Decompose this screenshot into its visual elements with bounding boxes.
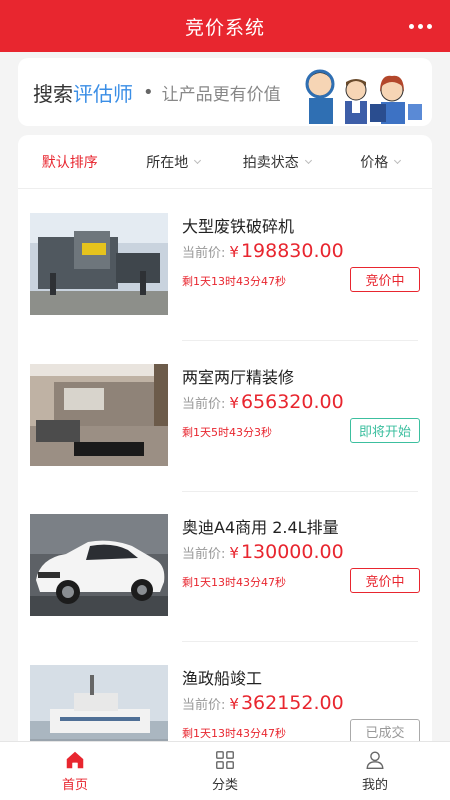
remaining-time: 剩1天13时43分47秒	[182, 275, 286, 288]
status-badge[interactable]: 即将开始	[350, 418, 420, 443]
tab-home[interactable]: 首页	[0, 742, 150, 800]
appraisers-illustration	[305, 69, 422, 124]
tab-mine[interactable]: 我的	[300, 742, 450, 800]
auction-list-panel: 默认排序 所在地 拍卖状态 价格 大型废铁破碎机 当前价: ¥ 198830.0…	[18, 135, 432, 755]
filter-bar: 默认排序 所在地 拍卖状态 价格	[18, 135, 432, 189]
price-row: 当前价: ¥ 656320.00	[182, 391, 344, 413]
currency-symbol: ¥	[229, 544, 239, 562]
user-icon	[366, 751, 384, 769]
tab-label: 首页	[61, 778, 88, 793]
currency-symbol: ¥	[229, 243, 239, 261]
currency-symbol: ¥	[229, 394, 239, 412]
grid-icon	[216, 751, 234, 769]
remaining-time: 剩1天13时43分47秒	[182, 727, 286, 740]
crusher-machine-image	[30, 213, 168, 315]
current-price: 362152.00	[240, 692, 344, 714]
filter-default-sort[interactable]: 默认排序	[18, 152, 122, 172]
item-name: 两室两厅精装修	[182, 368, 295, 387]
item-name: 渔政船竣工	[182, 669, 263, 688]
list-item[interactable]: 两室两厅精装修 当前价: ¥ 656320.00 剩1天5时43分3秒 即将开始	[30, 364, 420, 468]
filter-label: 默认排序	[41, 154, 98, 171]
divider	[182, 491, 418, 492]
status-badge[interactable]: 竞价中	[350, 568, 420, 593]
current-price: 130000.00	[240, 541, 344, 563]
price-label: 当前价:	[182, 547, 226, 562]
price-row: 当前价: ¥ 362152.00	[182, 692, 344, 714]
home-icon	[66, 751, 84, 769]
price-label: 当前价:	[182, 397, 226, 412]
item-name: 大型废铁破碎机	[182, 217, 295, 236]
currency-symbol: ¥	[229, 695, 239, 713]
remaining-time: 剩1天5时43分3秒	[182, 426, 272, 439]
banner-appraiser-text: 评估师	[73, 81, 133, 106]
current-price: 656320.00	[240, 391, 344, 413]
price-row: 当前价: ¥ 130000.00	[182, 541, 344, 563]
divider	[182, 340, 418, 341]
chevron-down-icon	[304, 156, 312, 164]
chevron-down-icon	[394, 156, 402, 164]
current-price: 198830.00	[240, 240, 344, 262]
status-badge[interactable]: 竞价中	[350, 267, 420, 292]
banner-slogan: 让产品更有价值	[161, 84, 281, 105]
filter-price[interactable]: 价格	[329, 152, 433, 172]
apartment-interior-image	[30, 364, 168, 466]
remaining-time: 剩1天13时43分47秒	[182, 576, 286, 589]
list-item[interactable]: 奥迪A4商用 2.4L排量 当前价: ¥ 130000.00 剩1天13时43分…	[30, 514, 420, 618]
app-header: 竞价系统	[0, 0, 450, 52]
list-item[interactable]: 大型废铁破碎机 当前价: ¥ 198830.00 剩1天13时43分47秒 竞价…	[30, 213, 420, 317]
filter-label: 拍卖状态	[242, 154, 299, 171]
page-title: 竞价系统	[184, 16, 265, 39]
divider	[182, 641, 418, 642]
price-row: 当前价: ¥ 198830.00	[182, 240, 344, 262]
tab-label: 我的	[361, 778, 388, 793]
tab-label: 分类	[211, 778, 238, 793]
price-label: 当前价:	[182, 246, 226, 261]
filter-label: 价格	[360, 154, 389, 171]
white-sedan-image	[30, 514, 168, 616]
bottom-tab-bar: 首页 分类 我的	[0, 741, 450, 800]
banner-dot: •	[143, 81, 154, 103]
filter-location[interactable]: 所在地	[122, 152, 226, 172]
filter-label: 所在地	[146, 154, 189, 171]
more-dots-icon[interactable]	[409, 17, 432, 35]
tab-category[interactable]: 分类	[150, 742, 300, 800]
search-appraiser-banner[interactable]: 搜索 评估师 • 让产品更有价值	[18, 58, 432, 126]
price-label: 当前价:	[182, 698, 226, 713]
filter-auction-status[interactable]: 拍卖状态	[225, 152, 329, 172]
item-name: 奥迪A4商用 2.4L排量	[182, 518, 339, 537]
chevron-down-icon	[194, 156, 202, 164]
banner-search-text: 搜索	[33, 81, 73, 106]
